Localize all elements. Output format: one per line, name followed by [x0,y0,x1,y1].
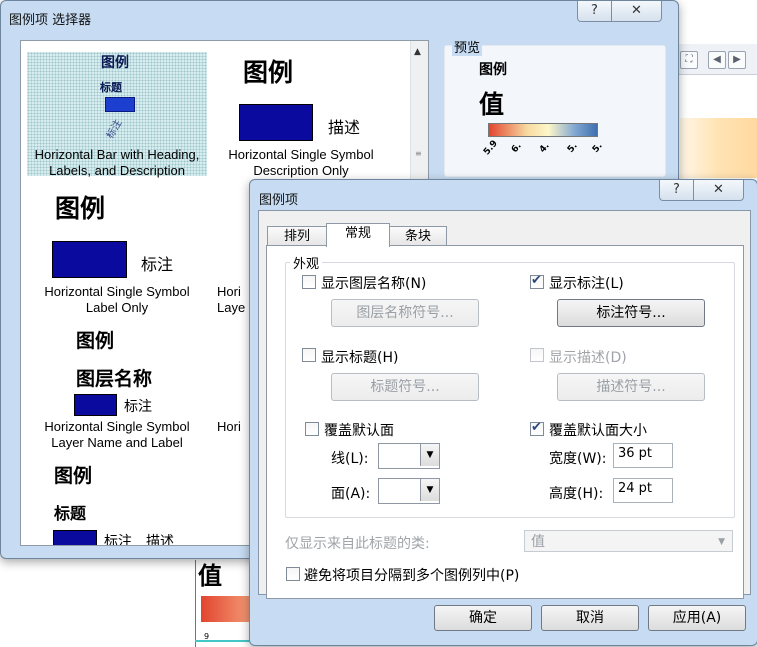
layer-name-symbol-button[interactable]: 图层名称符号... [331,299,479,327]
scroll-up-arrow-icon[interactable]: ▲ [414,47,421,57]
item-heading: 图例 [101,55,129,71]
background-legend-value: 值 [198,562,222,590]
preview-group-title: 预览 [452,37,483,56]
item-caption: Horizontal Single Symbol Description Onl… [228,147,374,178]
item-caption: Horizontal Bar with Heading, Labels, and… [34,147,200,178]
dropdown-arrow-icon[interactable]: ▼ [718,531,725,553]
close-button[interactable]: ✕ [693,180,744,201]
tab-patch[interactable]: 条块 [389,226,447,247]
item-label: 标注 [104,534,132,546]
label-symbol-button[interactable]: 标注符号... [557,299,705,327]
dialog-title: 图例项 [259,193,299,208]
height-label: 高度(H): [549,486,604,502]
layout-guide-line [195,560,196,647]
checkmark-icon: ✔ [531,273,542,288]
item-heading: 图例 [54,465,93,487]
show-label-checkbox[interactable]: ✔ [530,273,544,289]
heading-class-select[interactable]: 值 ▼ [524,530,733,552]
background-map-colorbar [680,118,757,178]
item-label: 标注 [124,399,152,415]
override-patch-label: 覆盖默认面 [324,423,394,439]
cancel-button[interactable]: 取消 [541,605,639,631]
preview-tick-labels: 5.9 6. 4. 5. 5. [481,138,605,165]
preview-tick-label: 6. [509,141,524,155]
show-description-label: 显示描述(D) [549,350,627,366]
preview-tick-label: 5.9 [482,138,500,158]
close-button[interactable]: ✕ [611,1,662,22]
background-toolbar: ⛶ ◀ ▶ [676,44,757,75]
forward-icon[interactable]: ▶ [728,51,746,69]
item-swatch [53,530,97,545]
tab-general[interactable]: 常规 [326,223,390,247]
item-swatch [74,394,117,416]
item-heading: 图例 [55,194,106,223]
override-size-label: 覆盖默认面大小 [549,423,647,439]
item-layer-name: 图层名称 [76,368,153,390]
item-heading: 图例 [76,330,115,352]
background-legend-bar [201,596,251,622]
width-label: 宽度(W): [549,451,607,467]
preview-tick-label: 5. [565,141,580,155]
fit-page-icon[interactable]: ⛶ [680,51,698,69]
width-input[interactable]: 36 pt [613,443,673,468]
back-icon[interactable]: ◀ [708,51,726,69]
preview-color-ramp [488,123,598,137]
item-subheading: 标题 [54,504,87,523]
avoid-split-label: 避免将项目分隔到多个图例列中(P) [304,568,520,584]
item-label: 标注 [141,255,174,274]
dropdown-arrow-icon[interactable]: ▼ [420,444,439,466]
only-classes-label: 仅显示来自此标题的类: [285,536,430,552]
show-heading-checkbox[interactable] [302,348,316,362]
tab-arrange[interactable]: 排列 [267,226,327,247]
selection-line [195,640,255,642]
apply-button[interactable]: 应用(A) [648,605,746,631]
preview-legend-title: 图例 [479,62,507,78]
item-description: 描述 [146,534,174,546]
area-patch-select[interactable]: ▼ [378,478,440,504]
window-title: 图例项 选择器 [9,13,92,28]
show-description-checkbox[interactable] [530,348,544,362]
heading-symbol-button[interactable]: 标题符号... [331,373,479,401]
item-bar-swatch [105,97,135,112]
item-subheading: 标题 [100,81,122,94]
avoid-split-checkbox[interactable] [286,567,300,581]
show-layer-name-label: 显示图层名称(N) [321,276,427,292]
description-symbol-button[interactable]: 描述符号... [557,373,705,401]
scroll-grip-icon[interactable]: ≡ [415,149,424,158]
help-button[interactable]: ? [577,1,612,22]
ok-button[interactable]: 确定 [434,605,532,631]
appearance-group-title: 外观 [290,253,323,272]
item-swatch [239,104,313,141]
override-patch-checkbox[interactable] [305,422,319,436]
help-button[interactable]: ? [659,180,694,201]
item-heading: 图例 [243,58,294,87]
preview-tick-label: 4. [537,141,552,155]
area-label: 面(A): [331,486,371,502]
height-input[interactable]: 24 pt [613,478,673,503]
show-heading-label: 显示标题(H) [321,350,399,366]
item-swatch [52,241,127,278]
line-label: 线(L): [331,451,369,467]
dropdown-arrow-icon[interactable]: ▼ [420,479,439,501]
line-patch-select[interactable]: ▼ [378,443,440,469]
item-caption: Horizontal Single Symbol Label Only [44,284,190,315]
override-size-checkbox[interactable]: ✔ [530,420,544,436]
checkmark-icon: ✔ [531,420,542,435]
preview-value-title: 值 [479,90,505,119]
item-caption-partial: Hori [217,419,241,434]
show-label-label: 显示标注(L) [549,276,624,292]
show-layer-name-checkbox[interactable] [302,275,316,289]
item-description: 描述 [328,118,361,137]
item-caption: Horizontal Single Symbol Layer Name and … [44,419,190,450]
item-caption-partial: Hori Laye [217,284,246,315]
heading-class-value: 值 [531,534,545,550]
